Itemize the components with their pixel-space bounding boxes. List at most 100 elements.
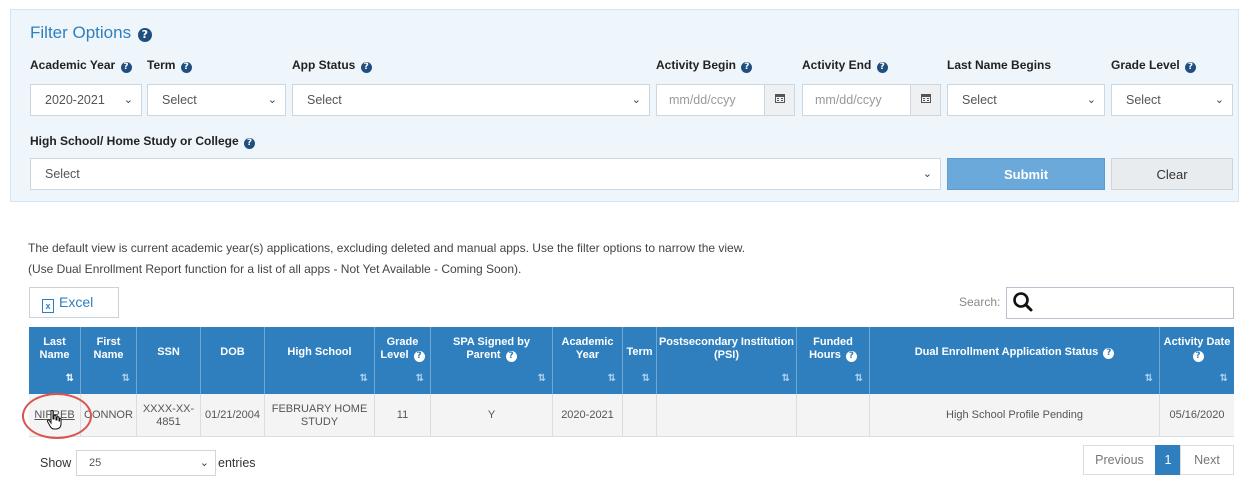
next-page-button[interactable]: Next: [1180, 445, 1234, 475]
help-icon[interactable]: ?: [1185, 62, 1197, 73]
col-dob[interactable]: DOB: [201, 327, 265, 394]
label-term-text: Term: [147, 58, 176, 72]
activity-begin-placeholder: mm/dd/ccyy: [669, 93, 736, 107]
chevron-down-icon: ⌄: [199, 456, 209, 469]
col-grade-level-line2: Level ?: [375, 349, 430, 362]
help-icon[interactable]: ?: [1103, 348, 1115, 359]
col-last-name[interactable]: Last Name ⇅: [29, 327, 81, 394]
sort-icon[interactable]: ⇅: [642, 372, 650, 385]
col-psi[interactable]: Postsecondary Institution (PSI) ⇅: [657, 327, 797, 394]
col-funded-hours-line2: Hours ?: [797, 349, 869, 362]
academic-year-select[interactable]: 2020-2021 ⌄: [30, 84, 142, 116]
chevron-down-icon: ⌄: [922, 167, 932, 180]
col-spa-signed[interactable]: SPA Signed by Parent ? ⇅: [431, 327, 553, 394]
col-ssn-label: SSN: [157, 346, 180, 358]
cell-psi: [657, 394, 797, 437]
col-high-school-label: High School: [287, 346, 352, 358]
hand-cursor-icon: [46, 409, 62, 433]
sort-icon[interactable]: ⇅: [416, 372, 424, 385]
cell-dob: 01/21/2004: [201, 394, 265, 437]
col-academic-year-line1: Academic: [561, 336, 614, 348]
sort-icon[interactable]: ⇅: [122, 372, 130, 385]
grade-level-select[interactable]: Select ⌄: [1111, 84, 1233, 116]
term-value: Select: [162, 93, 197, 107]
cell-high-school-text: FEBRUARY HOME STUDY: [272, 403, 368, 429]
help-icon[interactable]: ?: [244, 138, 256, 149]
cell-high-school-line1: FEBRUARY HOME: [271, 402, 368, 415]
col-first-name[interactable]: First Name ⇅: [81, 327, 137, 394]
activity-end-input[interactable]: mm/dd/ccyy: [802, 84, 941, 116]
filter-title: Filter Options ?: [30, 23, 152, 43]
sort-icon[interactable]: ⇅: [66, 372, 74, 385]
label-last-name-begins-text: Last Name Begins: [947, 58, 1052, 72]
activity-begin-input[interactable]: mm/dd/ccyy: [656, 84, 795, 116]
col-grade-level[interactable]: Grade Level ? ⇅: [375, 327, 431, 394]
high-school-select[interactable]: Select ⌄: [30, 158, 941, 190]
help-icon[interactable]: ?: [137, 28, 152, 42]
cell-grade-level: 11: [375, 394, 431, 437]
sort-icon[interactable]: ⇅: [608, 372, 616, 385]
col-status[interactable]: Dual Enrollment Application Status ? ⇅: [870, 327, 1160, 394]
cell-spa-signed: Y: [431, 394, 553, 437]
cell-high-school-line2: STUDY: [300, 415, 339, 428]
table-row[interactable]: NIFREB CONNOR XXXX-XX-4851 01/21/2004 FE…: [29, 394, 1234, 437]
cell-ssn: XXXX-XX- 4851: [137, 394, 201, 437]
col-last-name-line1: Last: [43, 336, 66, 348]
academic-year-value: 2020-2021: [45, 93, 105, 107]
table-header: Last Name ⇅ First Name ⇅ SSN DOB High Sc…: [29, 327, 1234, 394]
calendar-icon[interactable]: [764, 85, 794, 115]
col-term[interactable]: Term ⇅: [623, 327, 657, 394]
col-first-name-line2: Name: [93, 349, 124, 361]
help-icon[interactable]: ?: [120, 62, 132, 73]
label-academic-year-text: Academic Year: [30, 58, 116, 72]
page-size-select[interactable]: 25 ⌄: [76, 450, 216, 476]
excel-icon: x: [42, 299, 54, 313]
help-icon[interactable]: ?: [180, 62, 192, 73]
cell-activity-date: 05/16/2020: [1169, 409, 1225, 421]
clear-button[interactable]: Clear: [1111, 158, 1233, 190]
sort-icon[interactable]: ⇅: [538, 372, 546, 385]
sort-icon[interactable]: ⇅: [855, 372, 863, 385]
label-academic-year: Academic Year ?: [30, 58, 132, 73]
sort-icon[interactable]: ⇅: [1145, 372, 1153, 385]
page-1-button[interactable]: 1: [1155, 445, 1181, 475]
excel-export-button[interactable]: x Excel: [29, 287, 119, 318]
col-high-school[interactable]: High School ⇅: [265, 327, 375, 394]
term-select[interactable]: Select ⌄: [147, 84, 286, 116]
col-funded-hours-line1: Funded: [813, 336, 853, 348]
app-status-select[interactable]: Select ⌄: [292, 84, 650, 116]
help-icon[interactable]: ?: [360, 62, 372, 73]
info-text-line2: (Use Dual Enrollment Report function for…: [28, 262, 522, 276]
col-spa-signed-label: SPA Signed by Parent ?: [431, 336, 552, 362]
show-label: Show: [40, 456, 72, 470]
col-status-text: Dual Enrollment Application Status: [914, 346, 1099, 358]
search-input[interactable]: [1006, 287, 1234, 319]
help-icon[interactable]: ?: [845, 351, 857, 362]
label-grade-level: Grade Level ?: [1111, 58, 1197, 73]
help-icon[interactable]: ?: [876, 62, 888, 73]
col-academic-year[interactable]: Academic Year ⇅: [553, 327, 623, 394]
col-funded-hours[interactable]: Funded Hours ? ⇅: [797, 327, 870, 394]
search-icon: [1011, 290, 1035, 317]
last-name-begins-select[interactable]: Select ⌄: [947, 84, 1105, 116]
calendar-icon[interactable]: [910, 85, 940, 115]
help-icon[interactable]: ?: [413, 351, 425, 362]
sort-icon[interactable]: ⇅: [1220, 372, 1228, 385]
col-last-name-line2: Name: [39, 349, 70, 361]
cell-term: [623, 394, 657, 437]
submit-button[interactable]: Submit: [947, 158, 1105, 190]
sort-icon[interactable]: ⇅: [360, 372, 368, 385]
chevron-down-icon: ⌄: [1214, 93, 1224, 106]
col-term-label: Term: [626, 346, 653, 358]
help-icon[interactable]: ?: [741, 62, 753, 73]
col-ssn[interactable]: SSN: [137, 327, 201, 394]
help-icon[interactable]: ?: [1192, 351, 1204, 362]
high-school-value: Select: [45, 167, 80, 181]
help-icon[interactable]: ?: [505, 351, 517, 362]
sort-icon[interactable]: ⇅: [782, 372, 790, 385]
previous-page-button[interactable]: Previous: [1083, 445, 1156, 475]
col-psi-line2: (PSI): [713, 349, 740, 361]
cell-status: High School Profile Pending: [870, 394, 1160, 437]
filter-panel: Filter Options ? Academic Year ? Term ? …: [10, 9, 1239, 202]
col-activity-date[interactable]: Activity Date ? ⇅: [1160, 327, 1234, 394]
